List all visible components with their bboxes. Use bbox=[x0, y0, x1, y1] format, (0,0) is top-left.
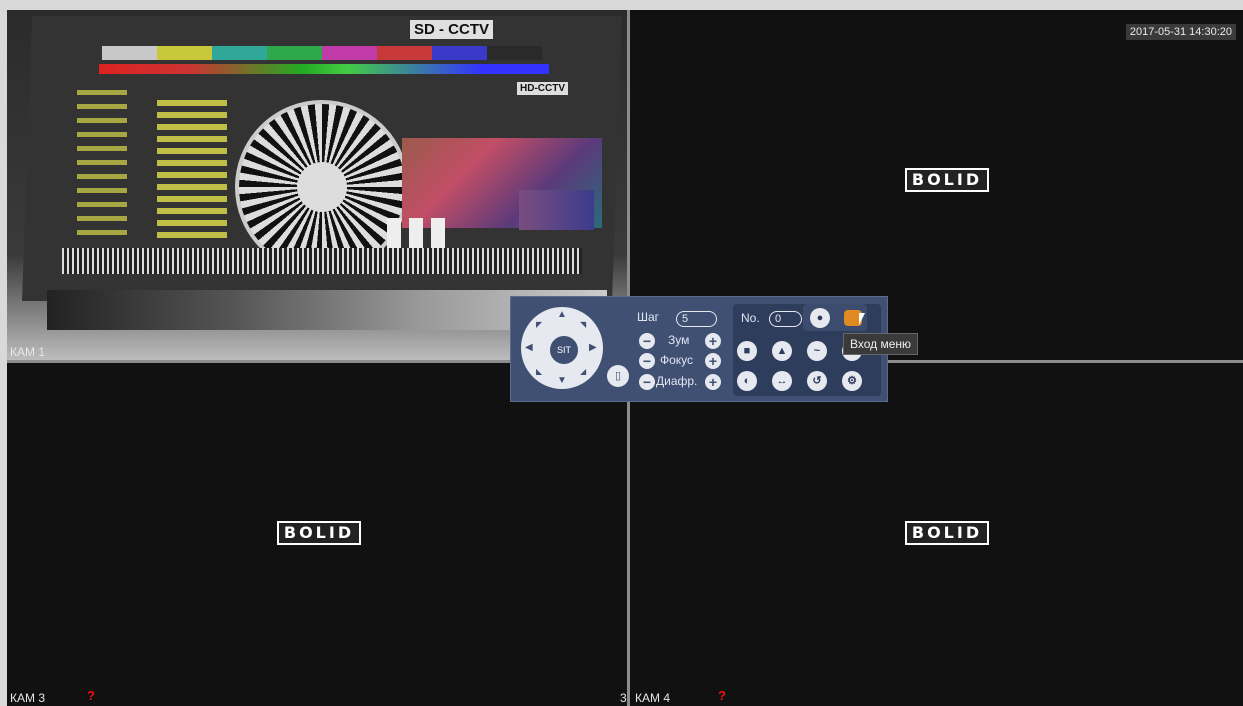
up-left-arrow-icon[interactable]: ◤ bbox=[536, 320, 542, 330]
sit-button[interactable]: SIT bbox=[548, 334, 580, 366]
yellow-tags-left bbox=[77, 90, 127, 240]
step-label: Шаг bbox=[637, 310, 660, 324]
photo-patch-small bbox=[519, 190, 594, 230]
menu-tooltip: Вход меню bbox=[843, 333, 919, 355]
line-pattern bbox=[62, 248, 582, 274]
down-arrow-icon[interactable]: ▼ bbox=[557, 376, 567, 386]
focus-label: Фокус bbox=[660, 353, 694, 367]
bolid-logo: BOLID bbox=[905, 521, 989, 545]
zoom-minus-button[interactable]: − bbox=[639, 333, 655, 349]
settings-icon[interactable]: ⚙ bbox=[842, 371, 862, 391]
reset-icon[interactable]: ↺ bbox=[807, 371, 827, 391]
mouse-mode-icon[interactable]: ▯ bbox=[607, 365, 629, 387]
camera-4-label: КАМ 4 bbox=[635, 691, 670, 705]
iris-minus-button[interactable]: − bbox=[639, 374, 655, 390]
zoom-label: Зум bbox=[668, 333, 690, 347]
color-bar bbox=[102, 46, 542, 60]
right-arrow-icon[interactable]: ▶ bbox=[589, 343, 597, 353]
camera-4-view[interactable]: BOLID КАМ 4 ? bbox=[630, 363, 1243, 706]
channel-number: 3 bbox=[620, 691, 627, 705]
focus-plus-button[interactable]: + bbox=[705, 353, 721, 369]
up-right-arrow-icon[interactable]: ◥ bbox=[580, 320, 586, 330]
preset-number-input[interactable]: 0 bbox=[769, 311, 802, 327]
sd-cctv-label: SD - CCTV bbox=[410, 20, 493, 39]
white-bars bbox=[387, 218, 447, 250]
gradient-bar bbox=[99, 64, 549, 74]
iris-label: Диафр. bbox=[656, 374, 698, 388]
yellow-tags bbox=[157, 100, 227, 240]
no-signal-icon: ? bbox=[718, 688, 726, 703]
mouse-cursor-icon bbox=[859, 313, 865, 325]
pattern-icon[interactable]: ▲ bbox=[772, 341, 792, 361]
preset-label: No. bbox=[741, 311, 760, 325]
down-right-arrow-icon[interactable]: ◢ bbox=[580, 367, 586, 377]
hd-cctv-label: HD-CCTV bbox=[517, 82, 568, 95]
focus-minus-button[interactable]: − bbox=[639, 353, 655, 369]
step-input[interactable]: 5 bbox=[676, 311, 717, 327]
zoom-plus-button[interactable]: + bbox=[705, 333, 721, 349]
tour-icon[interactable]: ~ bbox=[807, 341, 827, 361]
light-icon[interactable]: ● bbox=[810, 308, 830, 328]
datetime-display: 2017-05-31 14:30:20 bbox=[1125, 24, 1236, 40]
flip-icon[interactable]: ↔ bbox=[772, 371, 792, 391]
camera-icon[interactable]: ■ bbox=[737, 341, 757, 361]
down-left-arrow-icon[interactable]: ◣ bbox=[536, 367, 542, 377]
bolid-logo: BOLID bbox=[905, 168, 989, 192]
iris-plus-button[interactable]: + bbox=[705, 374, 721, 390]
camera-3-view[interactable]: BOLID КАМ 3 ? bbox=[7, 363, 627, 706]
camera-3-label: КАМ 3 bbox=[10, 691, 45, 705]
no-signal-icon: ? bbox=[87, 688, 95, 703]
direction-pad[interactable]: ▲ ▼ ◀ ▶ ◤ ◥ ◣ ◢ SIT bbox=[521, 307, 603, 389]
camera-1-label: КАМ 1 bbox=[10, 345, 45, 359]
left-arrow-icon[interactable]: ◀ bbox=[525, 343, 533, 353]
bolid-logo: BOLID bbox=[277, 521, 361, 545]
up-arrow-icon[interactable]: ▲ bbox=[557, 310, 567, 320]
ptz-control-panel: ▲ ▼ ◀ ▶ ◤ ◥ ◣ ◢ SIT ▯ Шаг 5 − Зум + − Фо… bbox=[510, 296, 888, 402]
pan-icon[interactable]: ◐ bbox=[737, 371, 757, 391]
